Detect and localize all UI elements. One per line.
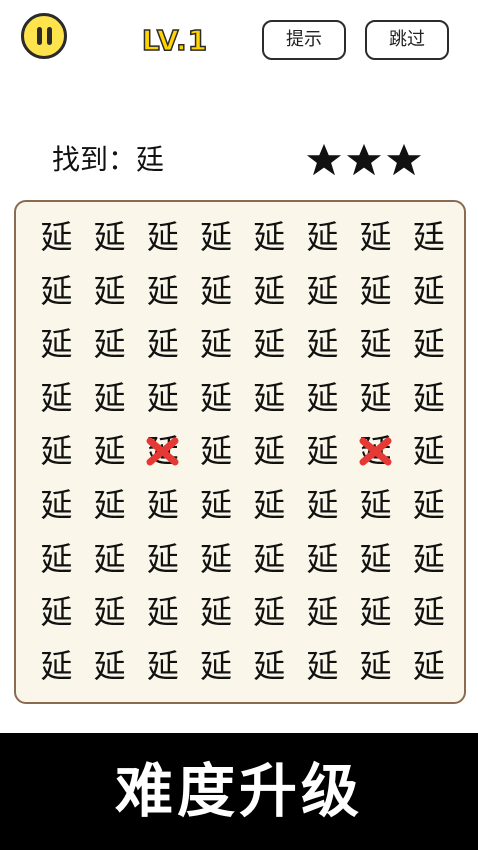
grid-cell[interactable]: 延 — [83, 265, 136, 318]
character-grid: 延延延延延延延廷延延延延延延延延延延延延延延延延延延延延延延延延延延延延延延延延… — [14, 200, 466, 704]
grid-cell[interactable]: 延 — [243, 372, 296, 425]
pause-icon-bar — [46, 27, 52, 45]
grid-cell[interactable]: 延 — [30, 586, 83, 639]
grid-cell[interactable]: 延 — [402, 425, 455, 478]
star-icon — [386, 143, 422, 176]
grid-cell[interactable]: 延 — [30, 640, 83, 693]
grid-cell[interactable]: 延 — [136, 372, 189, 425]
grid-cell[interactable]: 延 — [243, 425, 296, 478]
grid-cell[interactable]: 延 — [190, 425, 243, 478]
grid-cell[interactable]: 延 — [83, 372, 136, 425]
grid-cell[interactable]: 延 — [83, 211, 136, 264]
grid-cell[interactable]: 延 — [136, 425, 189, 478]
grid-cell[interactable]: 延 — [30, 372, 83, 425]
grid-cell[interactable]: 延 — [190, 533, 243, 586]
grid-cell[interactable]: 延 — [296, 425, 349, 478]
star-icon — [346, 143, 382, 176]
grid-cell[interactable]: 延 — [296, 586, 349, 639]
grid-cell[interactable]: 延 — [349, 533, 402, 586]
grid-cell[interactable]: 延 — [243, 318, 296, 371]
wrong-mark-icon — [359, 437, 392, 466]
grid-cell[interactable]: 延 — [190, 479, 243, 532]
grid-cell[interactable]: 延 — [190, 640, 243, 693]
grid-cell[interactable]: 延 — [349, 425, 402, 478]
promo-banner: 难度升级 — [0, 733, 478, 850]
grid-cell[interactable]: 延 — [83, 640, 136, 693]
grid-cell[interactable]: 延 — [296, 533, 349, 586]
grid-cell[interactable]: 延 — [402, 318, 455, 371]
grid-cell[interactable]: 延 — [136, 211, 189, 264]
grid-cell[interactable]: 延 — [190, 211, 243, 264]
grid-cell[interactable]: 延 — [136, 640, 189, 693]
grid-cell[interactable]: 延 — [30, 479, 83, 532]
grid-cell[interactable]: 延 — [349, 265, 402, 318]
grid-cell[interactable]: 延 — [83, 479, 136, 532]
grid-cell[interactable]: 延 — [136, 265, 189, 318]
grid-cell[interactable]: 延 — [402, 372, 455, 425]
grid-cell[interactable]: 延 — [243, 479, 296, 532]
grid-cell[interactable]: 廷 — [402, 211, 455, 264]
grid-cell[interactable]: 延 — [243, 211, 296, 264]
grid-cell[interactable]: 延 — [243, 265, 296, 318]
grid-cell[interactable]: 延 — [136, 318, 189, 371]
grid-cell[interactable]: 延 — [349, 372, 402, 425]
grid-cell[interactable]: 延 — [349, 211, 402, 264]
grid-cell[interactable]: 延 — [402, 640, 455, 693]
grid-cell[interactable]: 延 — [30, 533, 83, 586]
level-label: LV.1 — [141, 23, 209, 58]
grid-cell[interactable]: 延 — [30, 318, 83, 371]
grid-cell[interactable]: 延 — [349, 318, 402, 371]
grid-cell[interactable]: 延 — [402, 586, 455, 639]
grid-cell[interactable]: 延 — [349, 586, 402, 639]
target-prompt: 找到：廷 — [52, 143, 165, 176]
grid-cell[interactable]: 延 — [83, 318, 136, 371]
grid-cell[interactable]: 延 — [190, 372, 243, 425]
grid-cell[interactable]: 延 — [349, 479, 402, 532]
star-icon — [306, 143, 342, 176]
grid-cell[interactable]: 延 — [136, 586, 189, 639]
grid-cell[interactable]: 延 — [190, 586, 243, 639]
grid-cell[interactable]: 延 — [402, 479, 455, 532]
grid-cell[interactable]: 延 — [190, 265, 243, 318]
grid-cell[interactable]: 延 — [243, 533, 296, 586]
grid-cell[interactable]: 延 — [83, 425, 136, 478]
hint-button[interactable]: 提示 — [262, 20, 346, 60]
grid-cell[interactable]: 延 — [402, 533, 455, 586]
grid-cell[interactable]: 延 — [349, 640, 402, 693]
skip-button[interactable]: 跳过 — [365, 20, 449, 60]
pause-button[interactable] — [21, 13, 67, 59]
grid-cell[interactable]: 延 — [136, 533, 189, 586]
grid-cell[interactable]: 延 — [30, 265, 83, 318]
pause-icon — [36, 27, 42, 45]
grid-cell[interactable]: 延 — [296, 479, 349, 532]
grid-cell[interactable]: 延 — [296, 372, 349, 425]
grid-cell[interactable]: 延 — [296, 211, 349, 264]
grid-cell[interactable]: 延 — [296, 318, 349, 371]
grid-cell[interactable]: 延 — [83, 533, 136, 586]
grid-cell[interactable]: 延 — [296, 640, 349, 693]
grid-cell[interactable]: 延 — [402, 265, 455, 318]
grid-cell[interactable]: 延 — [30, 211, 83, 264]
grid-cell[interactable]: 延 — [136, 479, 189, 532]
wrong-mark-icon — [146, 437, 179, 466]
grid-cell[interactable]: 延 — [83, 586, 136, 639]
grid-cell[interactable]: 延 — [243, 586, 296, 639]
grid-cell[interactable]: 延 — [243, 640, 296, 693]
grid-cell[interactable]: 延 — [190, 318, 243, 371]
star-rating — [305, 140, 423, 180]
grid-cell[interactable]: 延 — [296, 265, 349, 318]
grid-cell[interactable]: 延 — [30, 425, 83, 478]
